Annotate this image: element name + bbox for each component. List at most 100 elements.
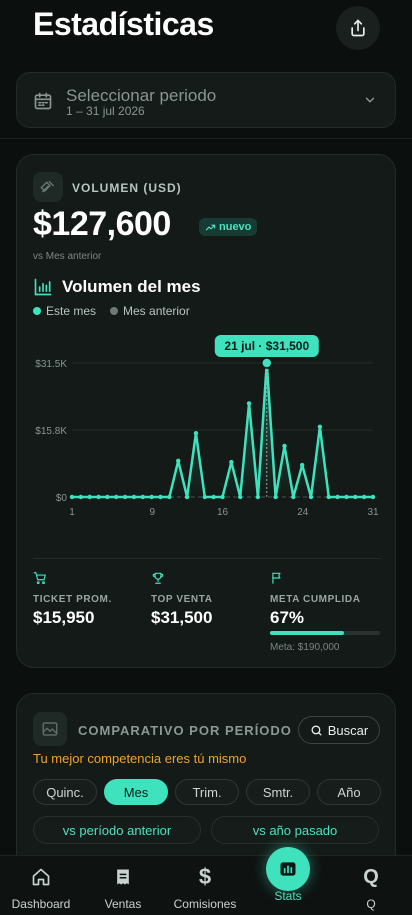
data-point xyxy=(114,494,119,500)
y-tick-label: $0 xyxy=(56,493,68,504)
bottom-tab-bar: Dashboard Ventas $ Comisiones Q Q xyxy=(0,855,412,915)
data-point xyxy=(131,494,137,500)
x-tick-label: 16 xyxy=(217,507,229,518)
x-tick-label: 1 xyxy=(69,507,75,518)
stat-top-sale: TOP VENTA $31,500 xyxy=(151,571,213,628)
period-chips: Quinc. Mes Trim. Smtr. Año xyxy=(33,779,381,805)
data-point xyxy=(370,494,376,500)
share-button[interactable] xyxy=(336,6,380,50)
flag-icon xyxy=(272,572,281,584)
goal-value: 67% xyxy=(270,608,305,627)
search-icon xyxy=(311,724,322,736)
data-point xyxy=(299,462,305,468)
chart-title: Volumen del mes xyxy=(62,277,201,296)
data-point xyxy=(122,494,128,500)
data-point xyxy=(149,494,154,500)
tab-stats[interactable] xyxy=(266,847,310,891)
chart-legend: Este mes Mes anterior xyxy=(33,304,190,318)
data-point xyxy=(69,494,75,500)
data-point xyxy=(255,494,261,500)
period-selector[interactable]: Seleccionar periodo 1 – 31 jul 2026 xyxy=(16,72,396,128)
tab-ventas-label: Ventas xyxy=(104,897,142,911)
chip-trimestre[interactable]: Trim. xyxy=(175,779,239,805)
cart-icon xyxy=(33,572,46,585)
chip-semestre[interactable]: Smtr. xyxy=(246,779,310,805)
x-tick-label: 31 xyxy=(367,507,379,518)
divider xyxy=(0,138,412,139)
data-point xyxy=(140,494,146,500)
y-tick-label: $15.8K xyxy=(35,426,67,437)
data-point xyxy=(202,494,207,500)
data-point xyxy=(273,494,278,500)
data-point xyxy=(211,494,216,500)
tab-dashboard-label: Dashboard xyxy=(11,897,71,911)
stat-ticket: TICKET PROM. $15,950 xyxy=(33,571,112,628)
stats-separator xyxy=(33,558,381,559)
page-title: Estadísticas xyxy=(33,6,214,42)
chart-tooltip-text: 21 jul · $31,500 xyxy=(224,339,309,353)
tab-q[interactable]: Q Q xyxy=(330,856,412,915)
search-label: Buscar xyxy=(327,722,369,738)
period-range: 1 – 31 jul 2026 xyxy=(66,104,145,118)
volume-icon-box xyxy=(33,172,63,202)
search-button[interactable]: Buscar xyxy=(298,716,380,744)
data-point xyxy=(176,458,181,464)
data-point xyxy=(291,494,296,500)
legend-dot-previous xyxy=(110,307,119,315)
legend-previous[interactable]: Mes anterior xyxy=(110,304,190,318)
receipt-icon xyxy=(117,869,129,885)
chip-anio[interactable]: Año xyxy=(317,779,381,805)
legend-previous-label: Mes anterior xyxy=(123,304,190,318)
x-tick-label: 24 xyxy=(297,507,309,518)
comparison-text: vs Mes anterior xyxy=(33,251,102,262)
volume-amount: $127,600 xyxy=(33,205,171,243)
data-point xyxy=(246,401,252,406)
trend-badge: nuevo xyxy=(199,218,258,236)
x-tick-label: 9 xyxy=(149,507,155,518)
data-point xyxy=(308,494,314,500)
ticket-label: TICKET PROM. xyxy=(33,594,112,605)
comparison-label: COMPARATIVO POR PERÍODO xyxy=(78,723,292,738)
chip-mes[interactable]: Mes xyxy=(104,779,168,805)
tab-stats-label: Stats xyxy=(274,889,302,903)
data-point xyxy=(167,494,172,500)
data-point xyxy=(158,494,163,500)
bar-chart-icon xyxy=(34,278,52,296)
y-tick-label: $31.5K xyxy=(35,359,67,370)
q-icon: Q xyxy=(363,865,379,888)
share-icon xyxy=(351,19,365,37)
data-point xyxy=(184,494,190,500)
data-point xyxy=(96,494,101,500)
calendar-icon xyxy=(34,92,52,110)
stat-goal: META CUMPLIDA 67% xyxy=(270,571,361,628)
stats-chart-icon xyxy=(280,862,296,876)
vs-last-year-button[interactable]: vs año pasado xyxy=(211,816,379,844)
data-point xyxy=(105,494,110,500)
data-point xyxy=(326,494,331,500)
image-icon xyxy=(42,722,58,736)
money-icon xyxy=(40,181,54,193)
legend-current[interactable]: Este mes xyxy=(33,304,96,318)
vs-previous-period-button[interactable]: vs período anterior xyxy=(33,816,201,844)
goal-target: Meta: $190,000 xyxy=(270,642,340,653)
tab-comisiones-label: Comisiones xyxy=(173,897,237,911)
badge-label: nuevo xyxy=(219,221,252,233)
data-point xyxy=(361,494,367,500)
tab-ventas[interactable]: Ventas xyxy=(82,856,164,915)
goal-progress-fill xyxy=(270,631,344,635)
period-title: Seleccionar periodo xyxy=(66,86,217,105)
volume-card: VOLUMEN (USD) $127,600 nuevo vs Mes ante… xyxy=(16,154,396,668)
data-point xyxy=(317,424,323,430)
volume-label: VOLUMEN (USD) xyxy=(72,181,182,195)
data-point xyxy=(78,494,84,500)
tab-dashboard[interactable]: Dashboard xyxy=(0,856,82,915)
volume-line-chart[interactable]: $0 $15.8K $31.5K 1 9 16 24 31 21 jul · $31,500 xyxy=(17,325,397,525)
chevron-down-icon xyxy=(365,97,375,103)
top-sale-value: $31,500 xyxy=(151,608,213,627)
data-point xyxy=(335,494,340,500)
chip-quincena[interactable]: Quinc. xyxy=(33,779,97,805)
peak-point xyxy=(261,357,273,369)
home-icon xyxy=(32,868,50,886)
motto-text: Tu mejor competencia eres tú mismo xyxy=(33,751,247,766)
tab-comisiones[interactable]: $ Comisiones xyxy=(164,856,246,915)
